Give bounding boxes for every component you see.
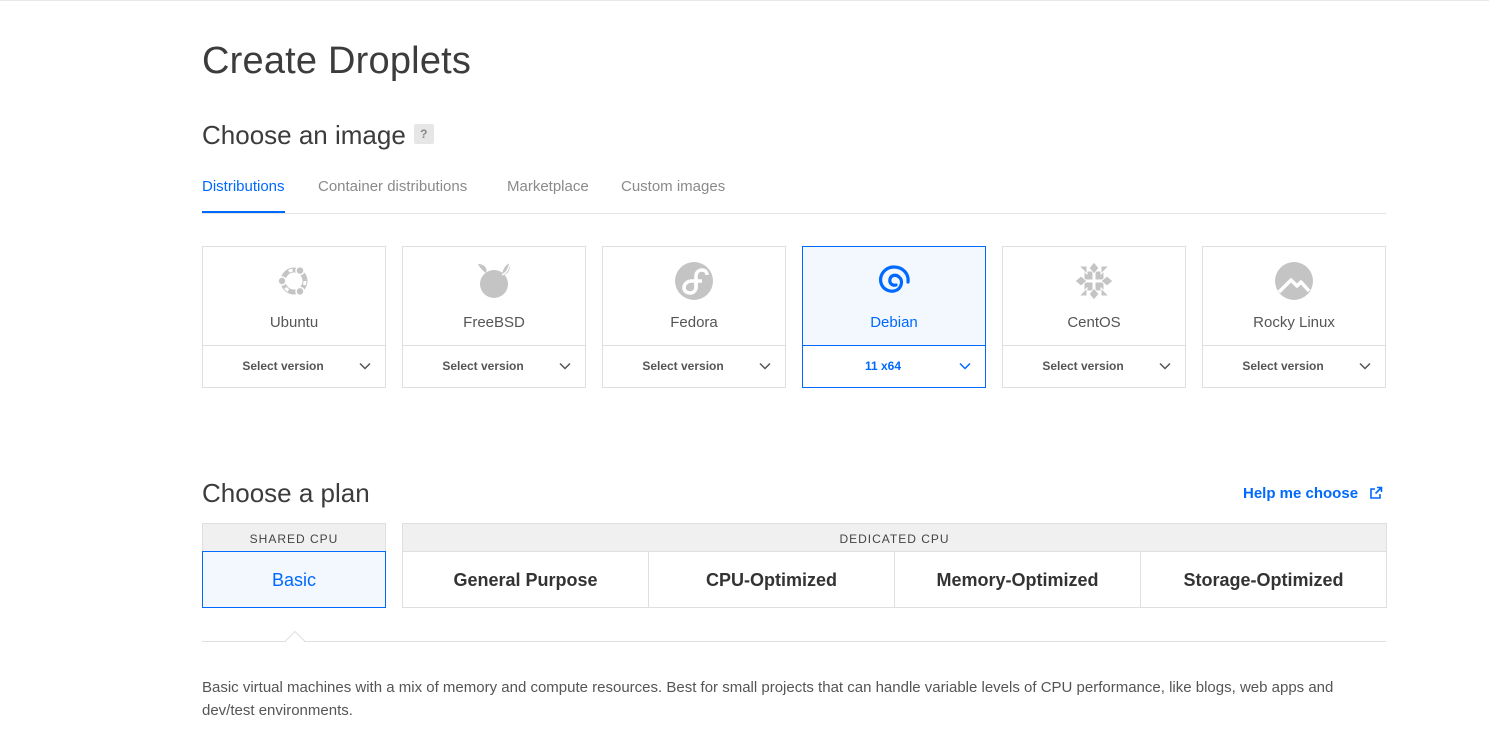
- distro-card-top[interactable]: Debian: [803, 247, 985, 346]
- chevron-down-icon: [559, 362, 571, 370]
- distro-card-ubuntu[interactable]: Ubuntu Select version: [202, 246, 386, 388]
- freebsd-logo-icon: [478, 262, 511, 298]
- chevron-down-icon: [359, 362, 371, 370]
- distro-name: Rocky Linux: [1253, 314, 1335, 331]
- centos-logo-icon: [1074, 261, 1114, 301]
- help-me-choose-link[interactable]: Help me choose: [1243, 485, 1383, 502]
- top-divider: [0, 0, 1489, 1]
- distro-card-rocky-linux[interactable]: Rocky Linux Select version: [1202, 246, 1386, 388]
- distro-card-centos[interactable]: CentOS Select version: [1002, 246, 1186, 388]
- version-select-label: Select version: [242, 359, 324, 373]
- plan-cpu-optimized[interactable]: CPU-Optimized: [648, 551, 895, 608]
- distro-name: Debian: [870, 314, 918, 331]
- debian-logo-icon: [879, 265, 910, 293]
- version-select-label: Select version: [1242, 359, 1324, 373]
- choose-image-heading: Choose an image?: [202, 120, 434, 151]
- version-select-label: Select version: [442, 359, 524, 373]
- plan-divider: [202, 641, 1386, 642]
- version-select[interactable]: Select version: [403, 346, 585, 387]
- image-tabs: Distributions Container distributions Ma…: [202, 176, 1386, 214]
- page-title: Create Droplets: [202, 40, 472, 82]
- plan-storage-optimized[interactable]: Storage-Optimized: [1140, 551, 1387, 608]
- selected-plan-pointer: [285, 631, 305, 642]
- external-link-icon: [1370, 486, 1383, 499]
- version-select[interactable]: Select version: [1203, 346, 1385, 387]
- distro-card-top[interactable]: FreeBSD: [403, 247, 585, 346]
- plan-memory-optimized[interactable]: Memory-Optimized: [894, 551, 1141, 608]
- chevron-down-icon: [959, 362, 971, 370]
- version-select[interactable]: Select version: [203, 346, 385, 387]
- tab-container-distributions[interactable]: Container distributions: [318, 178, 467, 195]
- distro-card-top[interactable]: Rocky Linux: [1203, 247, 1385, 346]
- version-select-label: Select version: [1042, 359, 1124, 373]
- chevron-down-icon: [1159, 362, 1171, 370]
- version-select[interactable]: Select version: [1003, 346, 1185, 387]
- distro-card-freebsd[interactable]: FreeBSD Select version: [402, 246, 586, 388]
- help-question-icon[interactable]: ?: [413, 124, 434, 145]
- distro-card-top[interactable]: Fedora: [603, 247, 785, 346]
- distro-card-top[interactable]: CentOS: [1003, 247, 1185, 346]
- choose-image-title: Choose an image: [202, 120, 406, 150]
- distro-card-fedora[interactable]: Fedora Select version: [602, 246, 786, 388]
- plan-general-purpose[interactable]: General Purpose: [402, 551, 649, 608]
- version-select-label: 11 x64: [864, 359, 902, 373]
- version-select-label: Select version: [642, 359, 724, 373]
- fedora-logo-icon: [675, 262, 713, 300]
- tab-custom-images[interactable]: Custom images: [621, 178, 725, 195]
- chevron-down-icon: [759, 362, 771, 370]
- distro-name: Ubuntu: [269, 314, 319, 331]
- chevron-down-icon: [1359, 362, 1371, 370]
- version-select[interactable]: 11 x64: [803, 346, 985, 387]
- ubuntu-logo-icon: [277, 265, 308, 297]
- help-me-choose-label: Help me choose: [1243, 485, 1359, 502]
- distro-name: Fedora: [670, 314, 718, 331]
- choose-plan-title: Choose a plan: [202, 478, 370, 508]
- tab-distributions[interactable]: Distributions: [202, 178, 285, 213]
- rocky-linux-logo-icon: [1275, 262, 1313, 300]
- plan-basic[interactable]: Basic: [202, 551, 386, 608]
- plan-description: Basic virtual machines with a mix of mem…: [202, 679, 1334, 719]
- version-select[interactable]: Select version: [603, 346, 785, 387]
- distro-name: FreeBSD: [463, 314, 525, 331]
- shared-cpu-header: SHARED CPU: [202, 523, 386, 551]
- distro-name: CentOS: [1067, 314, 1121, 331]
- distro-card-debian[interactable]: Debian 11 x64: [802, 246, 986, 388]
- distro-card-top[interactable]: Ubuntu: [203, 247, 385, 346]
- dedicated-cpu-header: DEDICATED CPU: [402, 523, 1387, 551]
- tab-marketplace[interactable]: Marketplace: [507, 178, 589, 195]
